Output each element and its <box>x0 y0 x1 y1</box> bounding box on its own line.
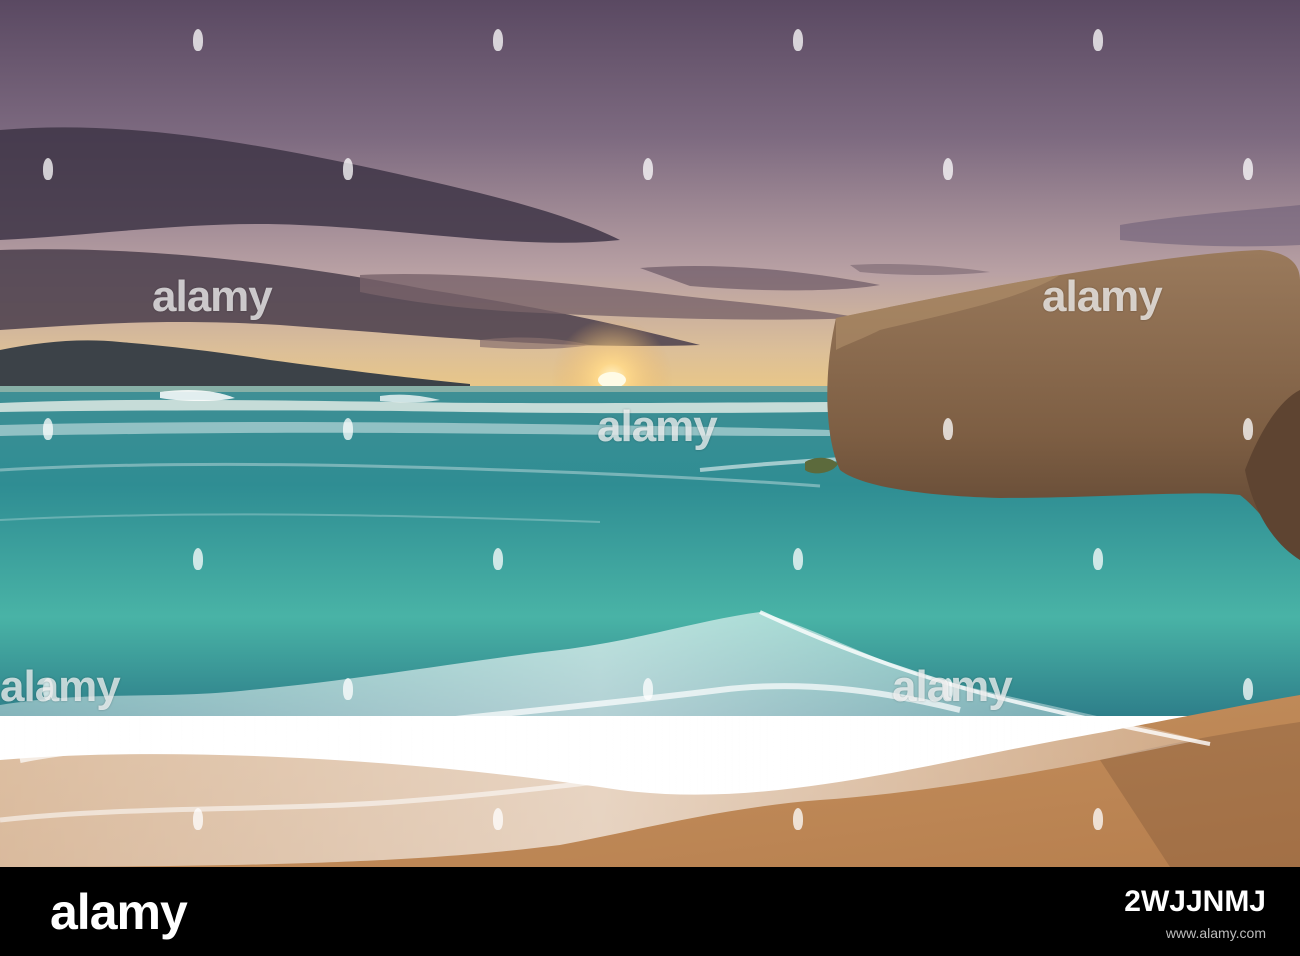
watermark-dot <box>1093 548 1103 570</box>
watermark-logo: alamy <box>0 662 121 711</box>
watermark-dot <box>943 158 953 180</box>
sun <box>598 372 626 388</box>
watermark-logo: alamy <box>152 272 273 321</box>
watermark-dot <box>43 158 53 180</box>
watermark-dot <box>193 29 203 51</box>
watermark-dot <box>1093 29 1103 51</box>
stock-banner: alamy 2WJJNMJ www.alamy.com <box>0 867 1300 956</box>
watermark-dot <box>943 418 953 440</box>
credit-line: www.alamy.com <box>1165 925 1266 941</box>
watermark-dot <box>1243 418 1253 440</box>
banner-logo: alamy <box>50 884 188 940</box>
watermark-dot <box>1093 808 1103 830</box>
watermark-dot <box>793 808 803 830</box>
watermark-logo: alamy <box>1042 272 1163 321</box>
watermark-dot <box>643 158 653 180</box>
watermark-logo: alamy <box>892 662 1013 711</box>
watermark-dot <box>43 418 53 440</box>
watermark-dot <box>793 548 803 570</box>
image-id: 2WJJNMJ <box>1124 885 1266 918</box>
watermark-dot <box>643 678 653 700</box>
watermark-dot <box>1243 678 1253 700</box>
watermark-dot <box>793 29 803 51</box>
watermark-dot <box>493 29 503 51</box>
watermark-dot <box>343 158 353 180</box>
stock-photo-page: alamy alamy alamy alamy alamy alamy 2WJJ… <box>0 0 1300 956</box>
watermark-dot <box>493 808 503 830</box>
watermark-dot <box>193 548 203 570</box>
watermark-dot <box>193 808 203 830</box>
watermark-dot <box>343 418 353 440</box>
watermark-dot <box>343 678 353 700</box>
watermark-logo: alamy <box>597 402 718 451</box>
watermark-dot <box>1243 158 1253 180</box>
watermark-dot <box>493 548 503 570</box>
